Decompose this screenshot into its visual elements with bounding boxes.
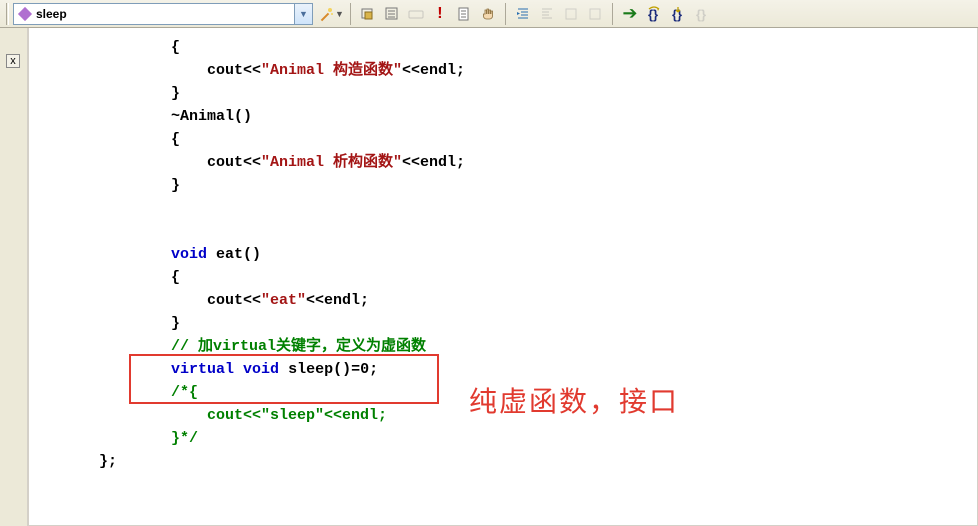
separator [612, 3, 613, 25]
code-line: } [99, 85, 180, 102]
annotation-text: 纯虚函数，接口 [469, 380, 679, 420]
comment: cout<<"sleep"<<endl; [99, 407, 387, 424]
code-line: cout<< [99, 62, 261, 79]
exclaim-icon[interactable]: ! [429, 3, 451, 25]
diamond-icon [18, 6, 32, 20]
grip [6, 3, 9, 25]
code-line: ~Animal() [99, 108, 252, 125]
code-line [99, 361, 171, 378]
step-into-icon[interactable]: {} [667, 3, 689, 25]
indent-decrease-icon [536, 3, 558, 25]
code-line [99, 246, 171, 263]
string-literal: "eat" [261, 292, 306, 309]
step-out-icon: {} [691, 3, 713, 25]
breakpoint-list-icon[interactable] [381, 3, 403, 25]
code-line: } [99, 315, 180, 332]
svg-text:{}: {} [696, 7, 706, 22]
toolbar: sleep ▼ ▼ ! ➔ {} {} {} [0, 0, 978, 28]
code-line: { [99, 269, 180, 286]
comment: }*/ [99, 430, 198, 447]
keyword: void [243, 361, 279, 378]
code-line: { [99, 39, 180, 56]
left-gutter: x [0, 28, 28, 526]
breakpoint-toggle-icon[interactable] [357, 3, 379, 25]
code-line: { [99, 131, 180, 148]
separator [350, 3, 351, 25]
code-line: cout<< [99, 292, 261, 309]
indent-b-icon [584, 3, 606, 25]
string-literal: "Animal 析构函数" [261, 154, 402, 171]
svg-text:{}: {} [672, 7, 682, 22]
keyword: void [171, 246, 207, 263]
indent-increase-icon[interactable] [512, 3, 534, 25]
code-line: cout<< [99, 154, 261, 171]
number: 0 [360, 361, 369, 378]
keyword: virtual [171, 361, 234, 378]
symbol-combo[interactable]: sleep ▼ [13, 3, 313, 25]
comment: /*{ [99, 384, 198, 401]
chevron-down-icon[interactable]: ▼ [294, 4, 312, 24]
step-over-icon[interactable]: {} [643, 3, 665, 25]
separator [505, 3, 506, 25]
close-panel-button[interactable]: x [6, 54, 20, 68]
hand-icon[interactable] [477, 3, 499, 25]
document-icon[interactable] [453, 3, 475, 25]
string-literal: "Animal 构造函数" [261, 62, 402, 79]
indent-a-icon [560, 3, 582, 25]
symbol-combo-value: sleep [36, 7, 294, 21]
magic-wand-icon[interactable] [315, 3, 337, 25]
keyboard-icon [405, 3, 427, 25]
code-line: }; [99, 453, 117, 470]
comment: // 加virtual关键字，定义为虚函数 [99, 338, 426, 355]
workspace: x { cout<<"Animal 构造函数"<<endl; } ~Animal… [0, 28, 978, 526]
code-line: } [99, 177, 180, 194]
code-editor[interactable]: { cout<<"Animal 构造函数"<<endl; } ~Animal()… [28, 28, 978, 526]
chevron-down-icon[interactable]: ▼ [335, 9, 344, 19]
run-arrow-icon[interactable]: ➔ [619, 3, 641, 25]
